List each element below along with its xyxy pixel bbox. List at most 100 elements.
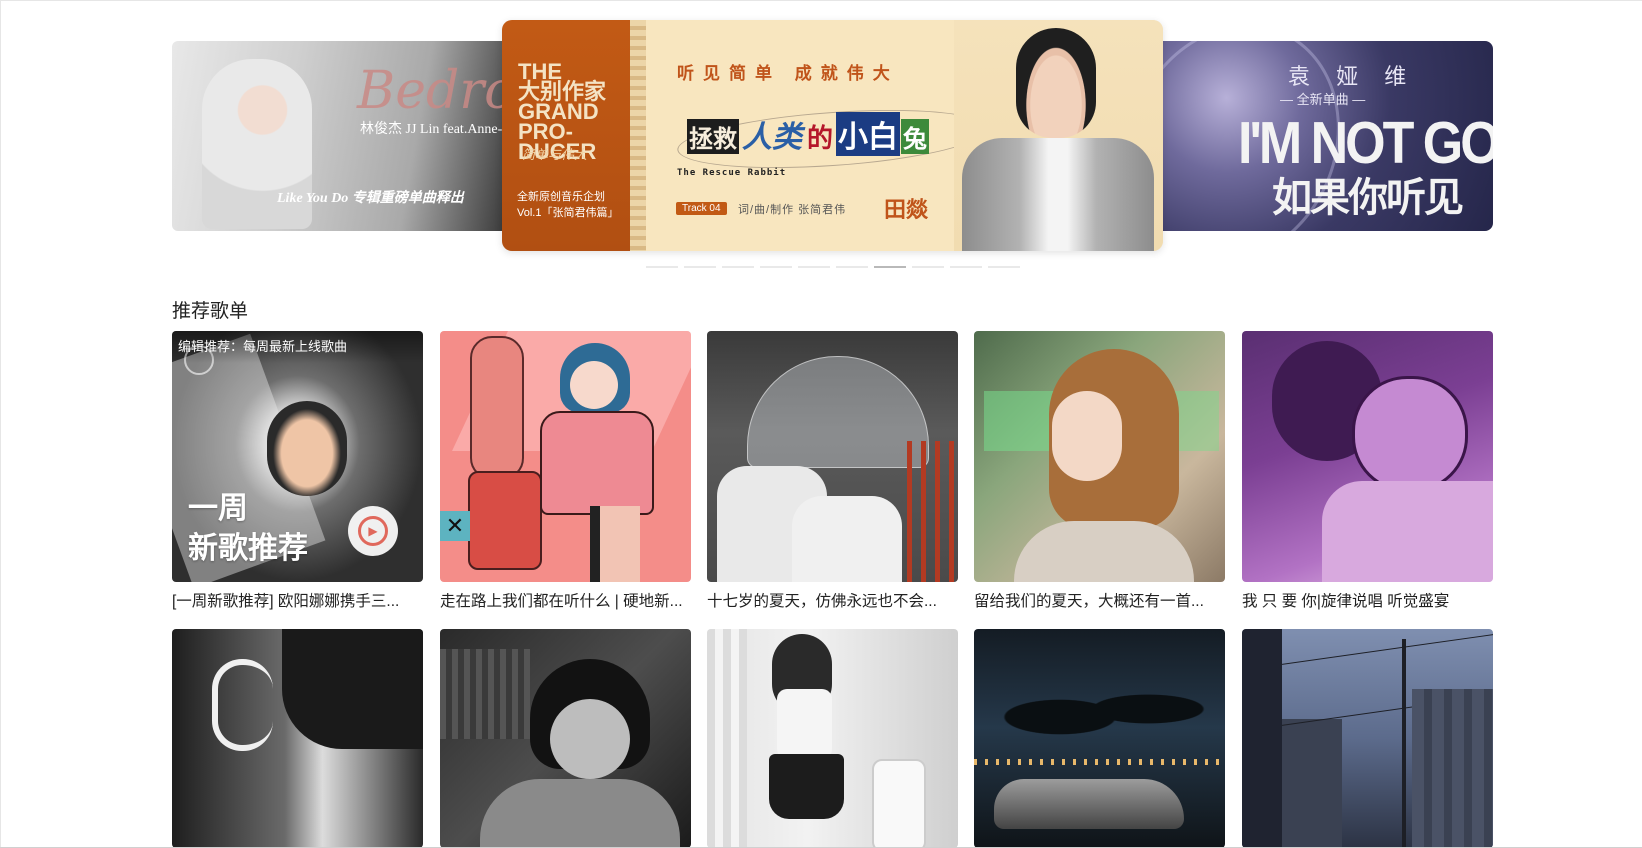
- banner-left-artist: 林俊杰 JJ Lin feat.Anne-M: [360, 122, 512, 137]
- portrait-body: [962, 138, 1154, 251]
- cover-window-glow: [984, 391, 1054, 451]
- cover-editor-label: 编辑推荐：每周最新上线歌曲: [172, 331, 423, 363]
- playlist-title[interactable]: [一周新歌推荐] 欧阳娜娜携手三...: [172, 589, 423, 611]
- playlist-cover[interactable]: [172, 629, 423, 848]
- banner-right-slide[interactable]: 袁 娅 维 — 全新单曲 — I'M NOT GOOD 如果你听见: [1160, 41, 1493, 231]
- banner-left-slide[interactable]: Bedroo 林俊杰 JJ Lin feat.Anne-M Like You D…: [172, 41, 512, 231]
- playlist-cover[interactable]: [1242, 629, 1493, 848]
- cover-figure-front: [792, 496, 902, 582]
- playlist-cover[interactable]: ✕: [440, 331, 691, 582]
- banner-left-script: Bedroo: [357, 61, 512, 121]
- playlist-card[interactable]: [707, 629, 958, 848]
- banner-right-artist: 袁 娅 维: [1288, 64, 1417, 89]
- cover-big-text-line1: 一周: [188, 492, 248, 525]
- playlist-title[interactable]: 我 只 要 你|旋律说唱 听觉盛宴: [1242, 589, 1493, 611]
- song-title-part: 兔: [901, 119, 930, 154]
- cover-bag: [468, 471, 542, 570]
- cover-palms: [994, 669, 1214, 749]
- carousel-dot[interactable]: [874, 266, 906, 268]
- cover-figure-top: [777, 689, 832, 759]
- banner-center-torn-edge: [630, 20, 646, 251]
- page: Bedroo 林俊杰 JJ Lin feat.Anne-M Like You D…: [0, 0, 1642, 848]
- cover-body: [1322, 481, 1493, 582]
- cover-character-hoodie: [540, 411, 654, 515]
- song-title-part: 人类: [742, 121, 802, 154]
- playlist-card[interactable]: [1242, 629, 1493, 848]
- banner-center-song-en: The Rescue Rabbit: [677, 168, 787, 178]
- cover-x-mark: ✕: [440, 511, 470, 541]
- banner-center-singer: 田燚: [884, 197, 929, 222]
- cover-big-text: 一周 新歌推荐: [188, 489, 308, 569]
- top-border: [0, 0, 1642, 1]
- banner-right-tag: — 全新单曲 —: [1280, 92, 1366, 107]
- carousel-dot[interactable]: [798, 266, 830, 268]
- carousel-dot[interactable]: [760, 266, 792, 268]
- playlist-cover[interactable]: [1242, 331, 1493, 582]
- banner-center-portrait: [954, 20, 1163, 251]
- playlist-cover[interactable]: [974, 331, 1225, 582]
- banner-center-logo-sub: 简单与伟大: [522, 147, 588, 162]
- cover-shelf: [440, 649, 530, 739]
- play-icon-ring: ▶: [358, 516, 388, 546]
- cover-face: [267, 401, 347, 496]
- playlist-cover[interactable]: [707, 331, 958, 582]
- cover-hair: [282, 629, 423, 749]
- playlist-title[interactable]: 十七岁的夏天，仿佛永远也不会...: [707, 589, 958, 611]
- carousel-indicators: [646, 266, 1020, 268]
- cover-character-face: [550, 699, 630, 779]
- song-title-part: 拯救: [687, 119, 739, 154]
- banner-left-subtitle: Like You Do 专辑重磅单曲释出: [277, 191, 464, 206]
- cover-car: [994, 779, 1184, 829]
- cover-curtain: [707, 629, 747, 848]
- cover-big-text-line2: 新歌推荐: [188, 532, 308, 565]
- playlist-title[interactable]: 走在路上我们都在听什么 | 硬地新...: [440, 589, 691, 611]
- cover-character-face: [570, 361, 618, 409]
- playlist-card[interactable]: 留给我们的夏天，大概还有一首...: [974, 331, 1225, 610]
- cover-ear: [212, 659, 273, 751]
- banner-center-desc-line1: 全新原创音乐企划: [517, 191, 605, 203]
- banner-center-slogan: 听见简单 成就伟大: [677, 64, 899, 83]
- carousel-dot[interactable]: [646, 266, 678, 268]
- cover-hoodie: [480, 779, 680, 848]
- playlist-title[interactable]: 留给我们的夏天，大概还有一首...: [974, 589, 1225, 611]
- cover-city-lights: [974, 759, 1225, 765]
- playlist-card[interactable]: [974, 629, 1225, 848]
- song-title-part: 的: [807, 123, 834, 153]
- banner-right-title-cn: 如果你听见: [1272, 176, 1464, 220]
- banner-center-song-title: 拯救 人类的小白兔: [687, 112, 930, 156]
- cover-house: [1282, 719, 1342, 848]
- carousel-dot[interactable]: [950, 266, 982, 268]
- cover-chair: [872, 759, 926, 848]
- playlist-card[interactable]: 我 只 要 你|旋律说唱 听觉盛宴: [1242, 331, 1493, 610]
- cover-buildings-right: [1412, 689, 1493, 848]
- playlist-cover[interactable]: [974, 629, 1225, 848]
- playlist-card[interactable]: 十七岁的夏天，仿佛永远也不会...: [707, 331, 958, 610]
- banner-center-slide[interactable]: THE 大别作家 GRAND PRO- DUCER 简单与伟大 全新原创音乐企划…: [502, 20, 1163, 251]
- banner-center-track-badge: Track 04: [676, 202, 727, 215]
- section-title: 推荐歌单: [172, 301, 249, 322]
- cover-railing: [907, 441, 958, 582]
- cover-guitar-case: [470, 336, 524, 480]
- carousel-dot[interactable]: [684, 266, 716, 268]
- playlist-cover[interactable]: [440, 629, 691, 848]
- banner-center-desc-line2: Vol.1「张简君伟篇」: [517, 207, 619, 219]
- cover-shoulders: [1014, 521, 1194, 582]
- song-title-part: 小白: [836, 112, 901, 156]
- left-border: [0, 0, 1, 848]
- playlist-card[interactable]: ✕ 走在路上我们都在听什么 | 硬地新...: [440, 331, 691, 610]
- carousel-dot[interactable]: [722, 266, 754, 268]
- cover-figure-skirt: [769, 754, 844, 819]
- cover-building: [1242, 629, 1282, 848]
- cover-umbrella: [747, 356, 929, 468]
- carousel-dot[interactable]: [912, 266, 944, 268]
- carousel-dot[interactable]: [836, 266, 868, 268]
- carousel-dot[interactable]: [988, 266, 1020, 268]
- playlist-cover[interactable]: 编辑推荐：每周最新上线歌曲 一周 新歌推荐 ▶: [172, 331, 423, 582]
- playlist-card[interactable]: [440, 629, 691, 848]
- playlist-card[interactable]: [172, 629, 423, 848]
- playlist-card[interactable]: 编辑推荐：每周最新上线歌曲 一周 新歌推荐 ▶ [一周新歌推荐] 欧阳娜娜携手三…: [172, 331, 423, 610]
- playlist-cover[interactable]: [707, 629, 958, 848]
- play-icon[interactable]: ▶: [348, 506, 398, 556]
- portrait-head: [1016, 28, 1096, 138]
- cover-face: [1052, 391, 1122, 481]
